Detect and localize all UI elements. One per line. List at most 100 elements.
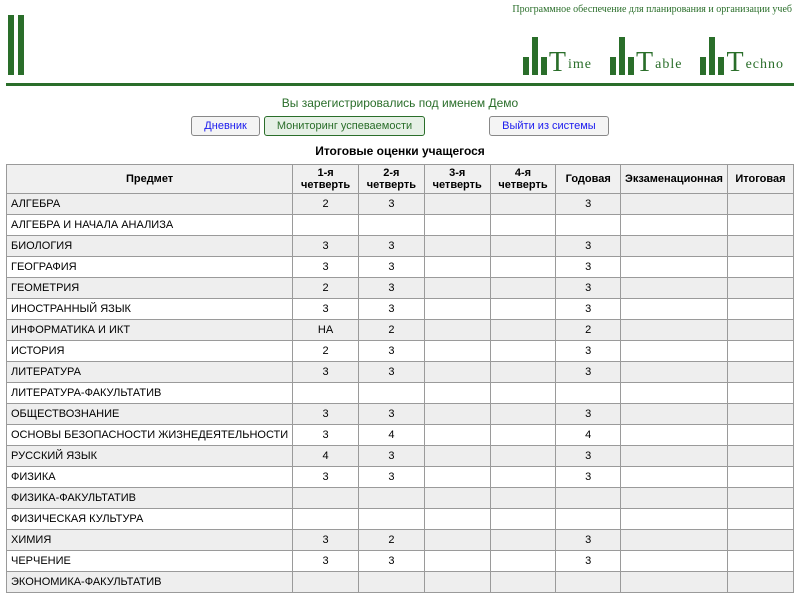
grade-cell [727, 404, 793, 425]
table-row: ЧЕРЧЕНИЕ333 [7, 551, 794, 572]
grade-cell: 3 [556, 341, 621, 362]
grade-cell [621, 383, 728, 404]
subject-cell: ФИЗИКА-ФАКУЛЬТАТИВ [7, 488, 293, 509]
grade-cell [358, 383, 424, 404]
grade-cell [621, 362, 728, 383]
grade-cell [424, 320, 490, 341]
subject-cell: АЛГЕБРА И НАЧАЛА АНАЛИЗА [7, 215, 293, 236]
grade-cell: 3 [358, 446, 424, 467]
monitoring-button[interactable]: Мониторинг успеваемости [264, 116, 425, 136]
table-row: РУССКИЙ ЯЗЫК433 [7, 446, 794, 467]
grade-cell [424, 488, 490, 509]
header-tagline: Программное обеспечение для планирования… [0, 0, 800, 15]
subject-cell: ГЕОМЕТРИЯ [7, 278, 293, 299]
grade-cell [358, 488, 424, 509]
grade-cell [490, 236, 556, 257]
grades-table-body: АЛГЕБРА233АЛГЕБРА И НАЧАЛА АНАЛИЗАБИОЛОГ… [7, 194, 794, 593]
grade-cell [621, 341, 728, 362]
grade-cell [621, 404, 728, 425]
grade-cell: 2 [358, 320, 424, 341]
subject-cell: ЛИТЕРАТУРА [7, 362, 293, 383]
grade-cell [490, 194, 556, 215]
grade-cell [424, 278, 490, 299]
subject-cell: ФИЗИЧЕСКАЯ КУЛЬТУРА [7, 509, 293, 530]
subject-cell: ГЕОГРАФИЯ [7, 257, 293, 278]
grade-cell [727, 425, 793, 446]
brand-logo-2: Techno [700, 37, 784, 75]
grade-cell [727, 509, 793, 530]
grade-cell [358, 509, 424, 530]
grade-cell [490, 530, 556, 551]
grade-cell: 4 [293, 446, 359, 467]
grade-cell [556, 509, 621, 530]
column-header: Итоговая [727, 165, 793, 194]
grade-cell [727, 467, 793, 488]
grade-cell: 3 [293, 425, 359, 446]
brand-logo-0: Time [523, 37, 592, 75]
grade-cell [490, 257, 556, 278]
grade-cell [727, 383, 793, 404]
grade-cell [727, 194, 793, 215]
grade-cell [621, 509, 728, 530]
logo-word: ime [568, 57, 592, 73]
grade-cell: 3 [358, 257, 424, 278]
logo-word: able [655, 57, 682, 73]
subject-cell: ИНФОРМАТИКА И ИКТ [7, 320, 293, 341]
grade-cell [621, 257, 728, 278]
grade-cell [293, 383, 359, 404]
subject-cell: РУССКИЙ ЯЗЫК [7, 446, 293, 467]
subject-cell: ОСНОВЫ БЕЗОПАСНОСТИ ЖИЗНЕДЕЯТЕЛЬНОСТИ [7, 425, 293, 446]
table-row: АЛГЕБРА233 [7, 194, 794, 215]
grade-cell [424, 257, 490, 278]
grade-cell [621, 446, 728, 467]
grade-cell [424, 362, 490, 383]
logout-button[interactable]: Выйти из системы [489, 116, 609, 136]
table-row: ФИЗИКА-ФАКУЛЬТАТИВ [7, 488, 794, 509]
table-row: ФИЗИКА333 [7, 467, 794, 488]
grade-cell: 3 [358, 404, 424, 425]
grade-cell [727, 215, 793, 236]
table-row: ИНОСТРАННЫЙ ЯЗЫК333 [7, 299, 794, 320]
grade-cell [424, 425, 490, 446]
grade-cell [621, 530, 728, 551]
grade-cell [556, 572, 621, 593]
logo-bars-icon [700, 37, 724, 75]
table-row: БИОЛОГИЯ333 [7, 236, 794, 257]
grade-cell [727, 488, 793, 509]
grade-cell [490, 446, 556, 467]
grade-cell: 3 [358, 236, 424, 257]
table-row: ФИЗИЧЕСКАЯ КУЛЬТУРА [7, 509, 794, 530]
subject-cell: ИСТОРИЯ [7, 341, 293, 362]
grade-cell [727, 341, 793, 362]
grade-cell: 3 [556, 257, 621, 278]
grade-cell [727, 278, 793, 299]
table-row: ЭКОНОМИКА-ФАКУЛЬТАТИВ [7, 572, 794, 593]
diary-button[interactable]: Дневник [191, 116, 260, 136]
grade-cell [424, 383, 490, 404]
grade-cell [424, 446, 490, 467]
grade-cell [424, 509, 490, 530]
grade-cell: 3 [293, 551, 359, 572]
grade-cell [424, 551, 490, 572]
grade-cell: 3 [556, 530, 621, 551]
grade-cell: 3 [358, 551, 424, 572]
grade-cell [490, 362, 556, 383]
divider [6, 83, 794, 86]
grade-cell: 3 [358, 362, 424, 383]
grade-cell [727, 362, 793, 383]
logo-letter: T [549, 49, 566, 77]
grade-cell: 4 [556, 425, 621, 446]
grade-cell [727, 236, 793, 257]
grade-cell: 2 [293, 194, 359, 215]
table-row: ЛИТЕРАТУРА-ФАКУЛЬТАТИВ [7, 383, 794, 404]
grade-cell [490, 467, 556, 488]
column-header: Предмет [7, 165, 293, 194]
grade-cell [490, 215, 556, 236]
grade-cell [293, 572, 359, 593]
grade-cell: 3 [293, 362, 359, 383]
grade-cell [424, 467, 490, 488]
subject-cell: АЛГЕБРА [7, 194, 293, 215]
grade-cell: 3 [293, 530, 359, 551]
column-header: 3-я четверть [424, 165, 490, 194]
table-row: ОСНОВЫ БЕЗОПАСНОСТИ ЖИЗНЕДЕЯТЕЛЬНОСТИ344 [7, 425, 794, 446]
